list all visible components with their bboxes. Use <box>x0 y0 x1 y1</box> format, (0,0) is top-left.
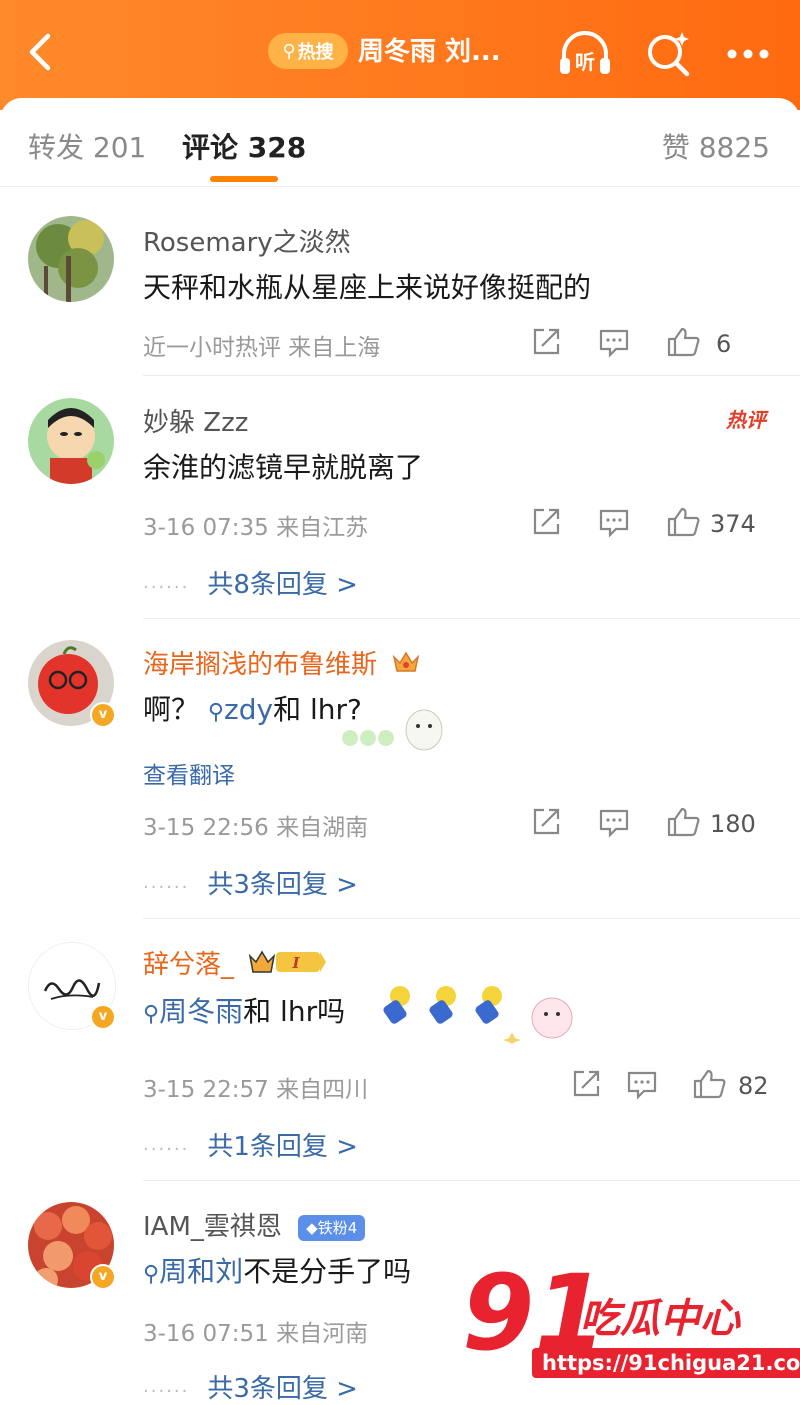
comment-item: v 辞兮落_ I ⚲周冬雨和 lhr吗 3-15 22:57 来自四川 82 ·… <box>0 920 800 1182</box>
reply-link[interactable]: 共8条回复 > <box>207 570 358 600</box>
svg-text:听: 听 <box>575 50 595 74</box>
search-icon: ⚲ <box>143 1002 160 1027</box>
like-icon[interactable] <box>666 806 700 842</box>
divider <box>143 918 800 919</box>
reply-link[interactable]: 共1条回复 > <box>207 1132 358 1162</box>
comment-meta: 3-15 22:56 来自湖南 <box>143 815 369 841</box>
username[interactable]: 妙躲 Zzz <box>143 402 248 439</box>
username[interactable]: 辞兮落_ I <box>143 944 327 983</box>
crown-level-icon: I <box>248 948 327 983</box>
crown-icon <box>391 649 421 682</box>
listen-headphones-icon[interactable]: 听 <box>556 28 610 80</box>
sticker-image <box>372 982 582 1048</box>
topic-link[interactable]: ⚲zdy <box>208 693 273 726</box>
like-count: 6 <box>716 330 732 358</box>
comment-text: ⚲周和刘不是分手了吗 <box>143 1255 412 1288</box>
comment-text: 啊？ ⚲zdy和 lhr? <box>143 693 362 726</box>
comment-item: Rosemary之淡然 天秤和水瓶从星座上来说好像挺配的 近一小时热评 来自上海… <box>0 190 800 376</box>
reply-summary[interactable]: ······ 共8条回复 > <box>143 564 358 601</box>
divider <box>143 618 800 619</box>
comment-item: 妙躲 Zzz 热评 余淮的滤镜早就脱离了 3-16 07:35 来自江苏 374… <box>0 376 800 620</box>
username[interactable]: 海岸搁浅的布鲁维斯 <box>143 644 421 682</box>
page-title[interactable]: 周冬雨 刘... <box>358 32 528 72</box>
search-sparkle-icon[interactable] <box>642 28 694 80</box>
like-icon[interactable] <box>692 1068 726 1104</box>
search-icon: ⚲ <box>143 1262 160 1287</box>
svg-text:I: I <box>292 954 301 972</box>
watermark-title: 吃瓜中心 <box>580 1296 740 1342</box>
comment-text: 余淮的滤镜早就脱离了 <box>143 451 424 484</box>
share-icon[interactable] <box>570 1068 602 1104</box>
active-tab-indicator <box>210 176 278 182</box>
comment-meta: 3-16 07:51 来自河南 <box>143 1321 369 1347</box>
username[interactable]: Rosemary之淡然 <box>143 222 351 259</box>
tab-bar: 转发 201 评论 328 赞 8825 <box>0 98 800 187</box>
reply-summary[interactable]: ······ 共3条回复 > <box>143 1368 358 1405</box>
like-count: 82 <box>738 1072 769 1100</box>
comment-icon[interactable] <box>598 806 630 842</box>
dots: ······ <box>143 1139 190 1160</box>
verified-badge: v <box>90 1004 116 1030</box>
comment-icon[interactable] <box>626 1068 658 1104</box>
verified-badge: v <box>90 702 116 728</box>
comment-icon[interactable] <box>598 326 630 362</box>
translate-link[interactable]: 查看翻译 <box>143 756 235 790</box>
top-bar: ⚲ 热搜 周冬雨 刘... 听 <box>0 0 800 110</box>
comment-text: 天秤和水瓶从星座上来说好像挺配的 <box>143 271 592 304</box>
comment-text: ⚲周冬雨和 lhr吗 <box>143 995 346 1028</box>
search-icon: ⚲ <box>207 700 225 725</box>
comment-meta: 3-16 07:35 来自江苏 <box>143 515 369 541</box>
more-icon[interactable] <box>724 28 776 80</box>
sticker-image <box>338 704 448 758</box>
share-icon[interactable] <box>530 506 562 542</box>
hot-comment-tag: 热评 <box>726 408 766 432</box>
search-icon: ⚲ <box>282 40 296 62</box>
reply-summary[interactable]: ······ 共3条回复 > <box>143 864 358 901</box>
topic-link[interactable]: ⚲周冬雨 <box>143 995 243 1028</box>
reply-link[interactable]: 共3条回复 > <box>207 870 358 900</box>
diamond-icon: ◆ <box>306 1218 318 1237</box>
tab-comments[interactable]: 评论 328 <box>182 126 306 166</box>
dots: ······ <box>143 1381 190 1402</box>
watermark-url: https://91chigua21.com <box>532 1348 800 1378</box>
share-icon[interactable] <box>530 326 562 362</box>
comment-actions: 180 <box>530 806 770 842</box>
comment-meta: 3-15 22:57 来自四川 <box>143 1077 369 1103</box>
like-count: 374 <box>710 510 756 538</box>
like-count: 180 <box>710 810 756 838</box>
comment-item: v 海岸搁浅的布鲁维斯 啊？ ⚲zdy和 lhr? 查看翻译 3-15 22:5… <box>0 620 800 920</box>
like-icon[interactable] <box>666 506 700 542</box>
share-icon[interactable] <box>530 806 562 842</box>
comment-meta: 近一小时热评 来自上海 <box>143 335 381 361</box>
fan-level-badge: ◆铁粉4 <box>298 1214 366 1241</box>
verified-badge: v <box>90 1264 116 1290</box>
username[interactable]: IAM_雲祺恩 ◆铁粉4 <box>143 1206 366 1243</box>
reply-summary[interactable]: ······ 共1条回复 > <box>143 1126 358 1163</box>
watermark-logo: 91 吃瓜中心 https://91chigua21.com <box>462 1258 800 1398</box>
divider <box>143 1180 800 1181</box>
avatar[interactable] <box>28 398 114 484</box>
like-icon[interactable] <box>666 326 700 362</box>
dots: ······ <box>143 577 190 598</box>
comment-actions: 6 <box>530 326 770 362</box>
comment-actions: 374 <box>530 506 770 542</box>
dots: ······ <box>143 877 190 898</box>
comment-actions: 82 <box>570 1068 770 1104</box>
tab-likes[interactable]: 赞 8825 <box>662 126 770 166</box>
hot-search-badge[interactable]: ⚲ 热搜 <box>268 33 348 69</box>
topic-link[interactable]: ⚲周和刘 <box>143 1255 243 1288</box>
tab-reposts[interactable]: 转发 201 <box>28 126 146 166</box>
comment-icon[interactable] <box>598 506 630 542</box>
avatar[interactable] <box>28 216 114 302</box>
back-arrow-icon[interactable] <box>20 30 60 74</box>
